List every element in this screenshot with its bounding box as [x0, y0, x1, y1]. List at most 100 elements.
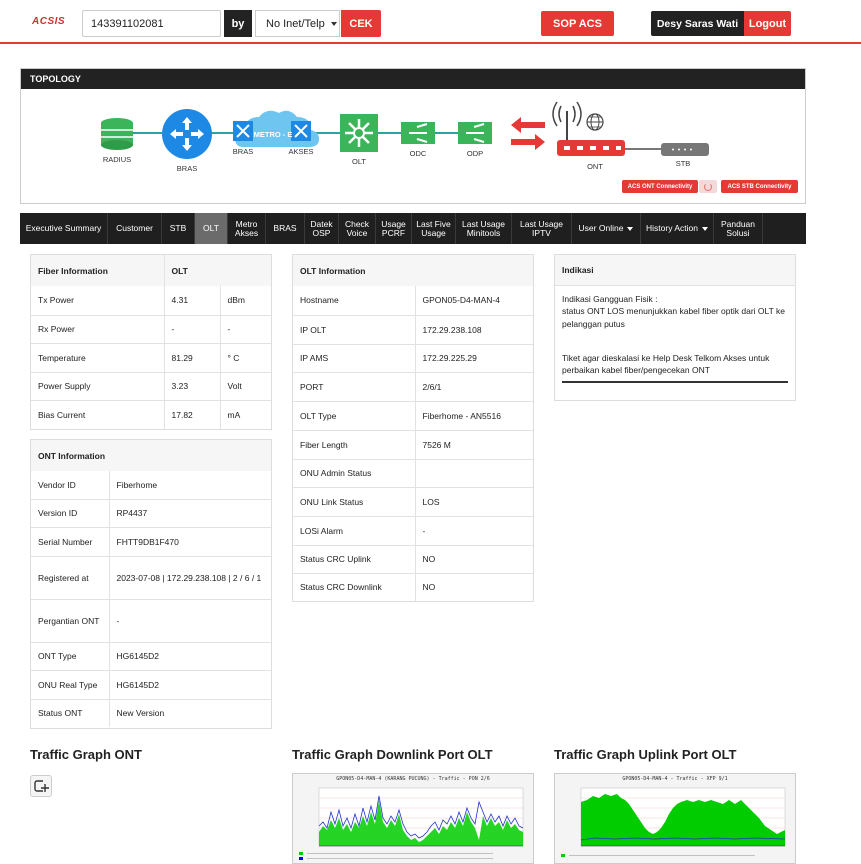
bras-router-icon [162, 109, 212, 159]
tab-label: Customer [116, 223, 153, 234]
field-label: Fiber Length [293, 430, 415, 460]
tab-metro-akses[interactable]: Metro Akses [228, 213, 266, 244]
traffic-graph-downlink-image: GPON05-D4-MAN-4 (KARANG PUCUNG) - Traffi… [292, 773, 534, 864]
field-label: Rx Power [31, 315, 164, 344]
tab-label-line2: Solusi [726, 227, 750, 238]
table-row: Tx Power 4.31 dBm [31, 286, 271, 316]
fiber-information-panel: Fiber Information OLT Tx Power 4.31 dBm Rx … [30, 254, 272, 430]
ont-info-header: ONT Information [31, 440, 271, 471]
table-row: ONU Link Status LOS [293, 487, 533, 517]
acs-ont-connectivity-button[interactable]: ACS ONT Connectivity [622, 180, 698, 193]
field-label: Bias Current [38, 409, 86, 420]
tab-label: User Online [578, 223, 624, 234]
field-value: FHTT9DB1F470 [108, 527, 271, 557]
field-value: dBm [219, 286, 271, 316]
field-value: RP4437 [108, 499, 271, 528]
downlink-graph-plot [299, 787, 524, 860]
field-label: Status CRC Downlink [300, 582, 382, 593]
tab-customer[interactable]: Customer [108, 213, 162, 244]
tab-label-wrap: Last Usage IPTV [520, 219, 563, 238]
search-type-value: No Inet/Telp [266, 17, 325, 30]
search-input[interactable] [82, 10, 221, 37]
table-row: Temperature 81.29 ° C [31, 343, 271, 373]
field-value [414, 459, 533, 488]
field-value: 17.82 [163, 400, 220, 429]
tab-label: STB [169, 223, 187, 234]
table-row: Hostname GPON05-D4-MAN-4 [293, 286, 533, 316]
tab-datek-osp[interactable]: Datek OSP [305, 213, 339, 244]
field-label: ONU Admin Status [293, 459, 415, 488]
field-label: IP OLT [293, 315, 415, 345]
tab-label-wrap: Usage PCRF [381, 219, 406, 238]
node-label-stb: STB [675, 159, 691, 168]
table-row: OLT Type Fiberhome - AN5516 [293, 401, 533, 431]
table-row: IP AMS 172.29.225.29 [293, 344, 533, 373]
radius-icon [101, 118, 133, 150]
traffic-graph-uplink-image: GPON05-D4-MAN-4 - Traffic - XFP 9/1 [554, 773, 796, 864]
table-row: LOSi Alarm - [293, 516, 533, 546]
node-label-bras2: BRAS [232, 147, 254, 156]
tab-label-line2: IPTV [532, 227, 551, 238]
table-row: Bias Current 17.82 mA [31, 400, 271, 429]
table-row: IP OLT 172.29.238.108 [293, 315, 533, 345]
odc-icon [401, 122, 435, 144]
tab-label-wrap: Datek OSP [310, 219, 332, 238]
fiber-olt-header: OLT [163, 255, 271, 286]
tab-usage-pcrf[interactable]: Usage PCRF [376, 213, 412, 244]
field-label: IP AMS [293, 344, 415, 373]
stb-icon [661, 143, 709, 156]
field-value: - [219, 315, 271, 344]
indikasi-description: status ONT LOS menunjukkan kabel fiber o… [562, 306, 785, 329]
tab-label-line2: Voice [346, 227, 368, 238]
tab-label-line2: PCRF [381, 227, 406, 238]
table-row: Serial Number FHTT9DB1F470 [31, 527, 271, 557]
tab-executive-summary[interactable]: Executive Summary [20, 213, 108, 244]
node-label-akses: AKSES [288, 147, 314, 156]
field-label: Vendor ID [31, 471, 109, 500]
field-value: - [414, 516, 533, 546]
tab-label-wrap: Last Five Usage [416, 219, 451, 238]
table-row: Status CRC Uplink NO [293, 545, 533, 574]
table-row: ONU Real Type HG6145D2 [31, 670, 271, 700]
chevron-down-icon [627, 226, 634, 231]
ont-information-panel: ONT Information Vendor ID Fiberhome Versio… [30, 439, 272, 729]
tab-last-usage-iptv[interactable]: Last Usage IPTV [512, 213, 572, 244]
field-value: NO [414, 545, 533, 574]
acs-stb-connectivity-button[interactable]: ACS STB Connectivity [721, 180, 798, 193]
node-label-bras: BRAS [176, 164, 198, 173]
tab-olt[interactable]: OLT [195, 213, 228, 244]
tab-stb[interactable]: STB [162, 213, 195, 244]
ont-router-icon [552, 101, 625, 156]
globe-icon [586, 113, 604, 131]
field-label: PORT [293, 372, 415, 402]
table-row: Pergantian ONT - [31, 599, 271, 643]
cek-button[interactable]: CEK [341, 10, 381, 37]
tab-label-wrap: Last Usage Minitools [462, 219, 505, 238]
tab-bras[interactable]: BRAS [266, 213, 305, 244]
tab-check-voice[interactable]: Check Voice [339, 213, 376, 244]
tab-label: Executive Summary [25, 223, 102, 234]
add-graph-icon[interactable] [30, 775, 52, 797]
tab-last-five-usage[interactable]: Last Five Usage [412, 213, 456, 244]
logout-button[interactable]: Logout [744, 11, 791, 36]
tab-last-usage-minitools[interactable]: Last Usage Minitools [456, 213, 512, 244]
field-value: mA [219, 400, 271, 429]
node-label-odp: ODP [466, 149, 484, 158]
field-label: Temperature [31, 343, 164, 373]
field-value: 81.29 [163, 343, 220, 373]
table-row: Version ID RP4437 [31, 499, 271, 528]
table-row: Power Supply 3.23 Volt [31, 372, 271, 401]
sop-acs-button[interactable]: SOP ACS [541, 11, 614, 36]
search-type-select[interactable]: No Inet/Telp [255, 10, 340, 37]
field-label: Status CRC Uplink [293, 545, 415, 574]
table-row: ONT Type HG6145D2 [31, 642, 271, 671]
node-label-odc: ODC [409, 149, 427, 158]
tab-label: OLT [203, 223, 219, 234]
field-label: Hostname [293, 286, 415, 316]
app-logo[interactable]: ACSIS [32, 16, 65, 27]
tab-panduan-solusi[interactable]: Panduan Solusi [714, 213, 763, 244]
tab-user-online[interactable]: User Online [572, 213, 641, 244]
tab-history-action[interactable]: History Action [641, 213, 714, 244]
table-row: PORT 2/6/1 [293, 372, 533, 402]
user-name-button[interactable]: Desy Saras Wati [651, 11, 744, 36]
